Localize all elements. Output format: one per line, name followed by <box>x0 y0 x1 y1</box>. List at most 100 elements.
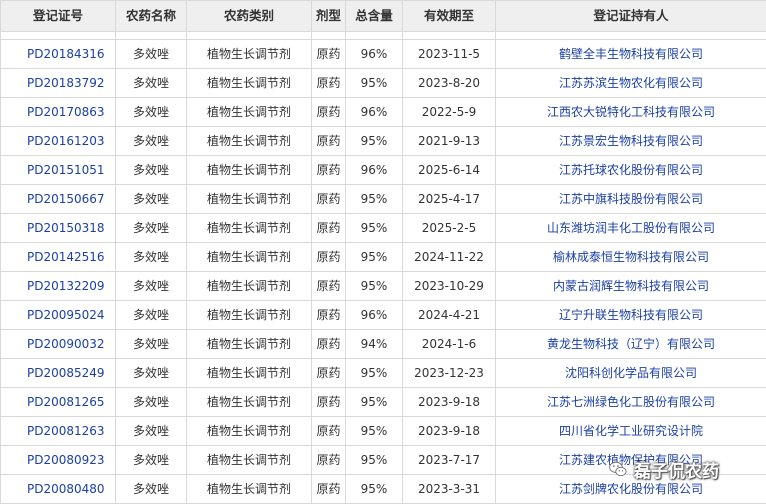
cell-formulation: 原药 <box>312 214 346 243</box>
cell-holder[interactable]: 鹤壁全丰生物科技有限公司 <box>496 40 766 69</box>
cell-pesticide-category: 植物生长调节剂 <box>187 156 312 185</box>
table-spacer-row <box>1 32 766 40</box>
table-row: PD20081265多效唑植物生长调节剂原药95%2023-9-18江苏七洲绿色… <box>1 388 766 417</box>
cell-registration-no[interactable]: PD20150667 <box>1 185 116 214</box>
table-row: PD20132209多效唑植物生长调节剂原药95%2023-10-29内蒙古润辉… <box>1 272 766 301</box>
cell-registration-no[interactable]: PD20080923 <box>1 446 116 475</box>
cell-pesticide-name: 多效唑 <box>116 127 187 156</box>
table-row: PD20161203多效唑植物生长调节剂原药95%2021-9-13江苏景宏生物… <box>1 127 766 156</box>
table-row: PD20183792多效唑植物生长调节剂原药95%2023-8-20江苏苏滨生物… <box>1 69 766 98</box>
cell-holder[interactable]: 四川省化学工业研究设计院 <box>496 417 766 446</box>
cell-registration-no[interactable]: PD20183792 <box>1 69 116 98</box>
header-pesticide-name: 农药名称 <box>116 1 187 32</box>
cell-valid-until: 2023-11-5 <box>403 40 496 69</box>
cell-formulation: 原药 <box>312 301 346 330</box>
cell-pesticide-category: 植物生长调节剂 <box>187 388 312 417</box>
cell-registration-no[interactable]: PD20080480 <box>1 475 116 504</box>
cell-valid-until: 2023-12-23 <box>403 359 496 388</box>
cell-registration-no[interactable]: PD20085249 <box>1 359 116 388</box>
header-formulation: 剂型 <box>312 1 346 32</box>
cell-total-content: 95% <box>346 417 403 446</box>
cell-pesticide-name: 多效唑 <box>116 185 187 214</box>
table-row: PD20080923多效唑植物生长调节剂原药95%2023-7-17江苏建农植物… <box>1 446 766 475</box>
cell-formulation: 原药 <box>312 475 346 504</box>
cell-pesticide-category: 植物生长调节剂 <box>187 301 312 330</box>
cell-pesticide-category: 植物生长调节剂 <box>187 359 312 388</box>
cell-pesticide-name: 多效唑 <box>116 330 187 359</box>
header-total-content: 总含量 <box>346 1 403 32</box>
cell-pesticide-category: 植物生长调节剂 <box>187 214 312 243</box>
cell-valid-until: 2024-1-6 <box>403 330 496 359</box>
cell-formulation: 原药 <box>312 330 346 359</box>
cell-holder[interactable]: 黄龙生物科技（辽宁）有限公司 <box>496 330 766 359</box>
cell-total-content: 95% <box>346 127 403 156</box>
cell-holder[interactable]: 榆林成泰恒生物科技有限公司 <box>496 243 766 272</box>
cell-holder[interactable]: 山东潍坊润丰化工股份有限公司 <box>496 214 766 243</box>
cell-formulation: 原药 <box>312 156 346 185</box>
cell-pesticide-category: 植物生长调节剂 <box>187 417 312 446</box>
cell-formulation: 原药 <box>312 185 346 214</box>
cell-pesticide-category: 植物生长调节剂 <box>187 330 312 359</box>
cell-pesticide-name: 多效唑 <box>116 301 187 330</box>
table-row: PD20095024多效唑植物生长调节剂原药96%2024-4-21辽宁升联生物… <box>1 301 766 330</box>
cell-registration-no[interactable]: PD20170863 <box>1 98 116 127</box>
cell-total-content: 95% <box>346 214 403 243</box>
cell-total-content: 95% <box>346 475 403 504</box>
cell-total-content: 96% <box>346 301 403 330</box>
cell-holder[interactable]: 江苏苏滨生物农化有限公司 <box>496 69 766 98</box>
cell-formulation: 原药 <box>312 272 346 301</box>
cell-pesticide-category: 植物生长调节剂 <box>187 243 312 272</box>
cell-formulation: 原药 <box>312 446 346 475</box>
cell-pesticide-name: 多效唑 <box>116 69 187 98</box>
table-row: PD20184316多效唑植物生长调节剂原药96%2023-11-5鹤壁全丰生物… <box>1 40 766 69</box>
cell-registration-no[interactable]: PD20081263 <box>1 417 116 446</box>
cell-holder[interactable]: 江苏景宏生物科技有限公司 <box>496 127 766 156</box>
cell-valid-until: 2023-8-20 <box>403 69 496 98</box>
cell-total-content: 96% <box>346 156 403 185</box>
cell-registration-no[interactable]: PD20090032 <box>1 330 116 359</box>
header-valid-until: 有效期至 <box>403 1 496 32</box>
cell-valid-until: 2023-10-29 <box>403 272 496 301</box>
cell-holder[interactable]: 沈阳科创化学品有限公司 <box>496 359 766 388</box>
cell-holder[interactable]: 江苏建农植物保护有限公司 <box>496 446 766 475</box>
cell-registration-no[interactable]: PD20161203 <box>1 127 116 156</box>
cell-formulation: 原药 <box>312 359 346 388</box>
cell-registration-no[interactable]: PD20132209 <box>1 272 116 301</box>
cell-registration-no[interactable]: PD20081265 <box>1 388 116 417</box>
cell-total-content: 95% <box>346 272 403 301</box>
table-row: PD20150318多效唑植物生长调节剂原药95%2025-2-5山东潍坊润丰化… <box>1 214 766 243</box>
cell-registration-no[interactable]: PD20095024 <box>1 301 116 330</box>
cell-total-content: 94% <box>346 330 403 359</box>
cell-holder[interactable]: 江苏中旗科技股份有限公司 <box>496 185 766 214</box>
cell-valid-until: 2023-7-17 <box>403 446 496 475</box>
cell-valid-until: 2023-9-18 <box>403 388 496 417</box>
cell-registration-no[interactable]: PD20150318 <box>1 214 116 243</box>
cell-holder[interactable]: 江西农大锐特化工科技有限公司 <box>496 98 766 127</box>
cell-pesticide-name: 多效唑 <box>116 446 187 475</box>
cell-valid-until: 2024-4-21 <box>403 301 496 330</box>
cell-holder[interactable]: 江苏七洲绿色化工股份有限公司 <box>496 388 766 417</box>
cell-holder[interactable]: 辽宁升联生物科技有限公司 <box>496 301 766 330</box>
cell-holder[interactable]: 内蒙古润辉生物科技有限公司 <box>496 272 766 301</box>
cell-holder[interactable]: 江苏剑牌农化股份有限公司 <box>496 475 766 504</box>
cell-pesticide-name: 多效唑 <box>116 214 187 243</box>
cell-registration-no[interactable]: PD20142516 <box>1 243 116 272</box>
table-row: PD20170863多效唑植物生长调节剂原药96%2022-5-9江西农大锐特化… <box>1 98 766 127</box>
cell-holder[interactable]: 江苏托球农化股份有限公司 <box>496 156 766 185</box>
cell-total-content: 95% <box>346 359 403 388</box>
cell-total-content: 95% <box>346 69 403 98</box>
cell-formulation: 原药 <box>312 98 346 127</box>
header-holder: 登记证持有人 <box>496 1 766 32</box>
cell-valid-until: 2023-9-18 <box>403 417 496 446</box>
cell-formulation: 原药 <box>312 388 346 417</box>
cell-pesticide-name: 多效唑 <box>116 359 187 388</box>
cell-pesticide-category: 植物生长调节剂 <box>187 127 312 156</box>
cell-total-content: 96% <box>346 98 403 127</box>
cell-valid-until: 2024-11-22 <box>403 243 496 272</box>
cell-registration-no[interactable]: PD20151051 <box>1 156 116 185</box>
cell-pesticide-name: 多效唑 <box>116 243 187 272</box>
cell-valid-until: 2023-3-31 <box>403 475 496 504</box>
cell-pesticide-name: 多效唑 <box>116 156 187 185</box>
cell-pesticide-category: 植物生长调节剂 <box>187 40 312 69</box>
cell-registration-no[interactable]: PD20184316 <box>1 40 116 69</box>
